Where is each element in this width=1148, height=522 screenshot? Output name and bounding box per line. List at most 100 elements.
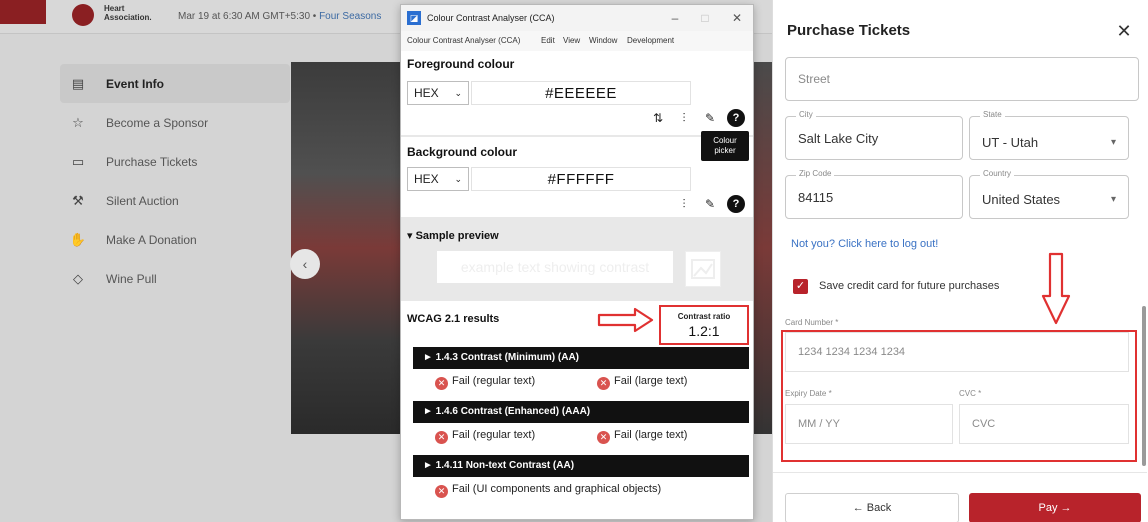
contrast-ratio-box: Contrast ratio 1.2:1 (659, 305, 749, 345)
tag-icon: ◇ (73, 270, 83, 286)
card-number-label: Card Number * (785, 318, 839, 327)
sidebar-item-purchase-tickets[interactable]: ▭ Purchase Tickets (60, 142, 290, 181)
sliders-icon[interactable]: ⫶ (675, 195, 693, 213)
foreground-colour-title: Foreground colour (407, 57, 515, 71)
minimize-button[interactable]: – (663, 9, 687, 27)
event-date: Mar 19 at 6:30 AM GMT+5:30 • Four Season… (178, 11, 381, 22)
tooltip-line1: Colour (713, 136, 737, 145)
carousel-prev-button[interactable]: ‹ (290, 249, 320, 279)
annotation-highlight-box (781, 330, 1137, 462)
scrollbar-thumb[interactable] (1142, 306, 1146, 466)
fail-icon: ✕ (597, 431, 610, 444)
close-window-button[interactable]: ✕ (725, 9, 749, 27)
pay-button[interactable]: Pay → (969, 493, 1141, 522)
sample-preview-toggle[interactable]: ▾ Sample preview (407, 229, 499, 242)
fail-icon: ✕ (435, 377, 448, 390)
sample-preview-graphic-icon (685, 251, 721, 287)
criterion-1-4-6-header[interactable]: ► 1.4.6 Contrast (Enhanced) (AAA) (413, 401, 749, 423)
menu-development[interactable]: Development (627, 36, 674, 45)
event-venue-link[interactable]: Four Seasons (319, 11, 381, 22)
fail-icon: ✕ (435, 485, 448, 498)
wcag-results-title: WCAG 2.1 results (407, 313, 500, 325)
chevron-down-icon: ▾ (1110, 194, 1116, 205)
menu-app[interactable]: Colour Contrast Analyser (CCA) (407, 36, 520, 45)
foreground-format-select[interactable]: HEX ⌄ (407, 81, 469, 105)
contrast-ratio-label: Contrast ratio (677, 312, 731, 321)
sidebar-item-label: Become a Sponsor (106, 115, 209, 130)
sidebar-item-event-info[interactable]: ▤ Event Info (60, 64, 290, 103)
drawer-scrollbar[interactable] (1141, 56, 1147, 472)
tooltip-line2: picker (714, 146, 736, 155)
back-button[interactable]: ← Back (785, 493, 959, 522)
eyedropper-icon[interactable]: ✎ (701, 109, 719, 127)
fail-result: ✕ Fail (regular text) (435, 375, 535, 390)
help-icon[interactable]: ? (727, 195, 745, 213)
background-hex-input[interactable]: #FFFFFF (471, 167, 691, 191)
background-format-select[interactable]: HEX ⌄ (407, 167, 469, 191)
gavel-icon: ⚒ (72, 192, 84, 208)
sidebar-item-wine-pull[interactable]: ◇ Wine Pull (60, 259, 290, 298)
sidebar-item-label: Purchase Tickets (106, 154, 198, 169)
cca-menubar: Colour Contrast Analyser (CCA) Edit View… (401, 31, 753, 51)
state-value: UT - Utah (982, 135, 1039, 150)
fail-result: ✕ Fail (large text) (597, 375, 687, 390)
street-field[interactable]: Street (785, 57, 1139, 101)
annotation-arrow-right-icon (597, 307, 654, 333)
foreground-hex-input[interactable]: #EEEEEE (471, 81, 691, 105)
fail-result-text: Fail (large text) (614, 375, 688, 387)
contrast-ratio-value: 1.2:1 (688, 323, 720, 339)
close-icon[interactable]: ✕ (1111, 18, 1137, 44)
swap-colours-icon[interactable]: ⇅ (649, 109, 667, 127)
zip-code-field[interactable]: Zip Code 84115 (785, 169, 963, 219)
maximize-button[interactable]: □ (693, 9, 717, 27)
purchase-tickets-drawer: Purchase Tickets ✕ Street City Salt Lake… (772, 0, 1148, 522)
street-placeholder: Street (798, 72, 831, 86)
colour-picker-tooltip: Colour picker (701, 131, 749, 161)
country-select[interactable]: Country United States ▾ (969, 169, 1129, 219)
sidebar-item-become-sponsor[interactable]: ☆ Become a Sponsor (60, 103, 290, 142)
sidebar-item-label: Make A Donation (106, 232, 197, 247)
menu-window[interactable]: Window (589, 36, 617, 45)
heart-logo-icon (72, 4, 94, 26)
fail-result-text: Fail (large text) (614, 429, 688, 441)
annotation-arrow-down-icon (1041, 252, 1071, 325)
city-label: City (796, 110, 816, 119)
menu-view[interactable]: View (563, 36, 580, 45)
background-format-value: HEX (414, 172, 439, 186)
event-sidebar-nav: ▤ Event Info ☆ Become a Sponsor ▭ Purcha… (60, 64, 290, 298)
help-icon[interactable]: ? (727, 109, 745, 127)
cca-window: ◪ Colour Contrast Analyser (CCA) – □ ✕ C… (400, 4, 754, 520)
menu-edit[interactable]: Edit (541, 36, 555, 45)
fail-result-text: Fail (regular text) (452, 375, 536, 387)
ticket-icon: ▭ (71, 153, 85, 169)
sliders-icon[interactable]: ⫶ (675, 109, 693, 127)
zip-code-label: Zip Code (796, 169, 835, 178)
sidebar-item-silent-auction[interactable]: ⚒ Silent Auction (60, 181, 290, 220)
chevron-down-icon: ⌄ (454, 88, 462, 98)
criterion-1-4-11-header[interactable]: ► 1.4.11 Non-text Contrast (AA) (413, 455, 749, 477)
city-field[interactable]: City Salt Lake City (785, 110, 963, 160)
zip-code-value: 84115 (798, 190, 834, 205)
chevron-down-icon: ⌄ (454, 174, 462, 184)
star-icon: ☆ (72, 114, 84, 130)
save-card-label: Save credit card for future purchases (819, 280, 1000, 292)
logout-link[interactable]: Not you? Click here to log out! (791, 238, 938, 250)
drawer-footer: ← Back Pay → (773, 472, 1147, 522)
hand-heart-icon: ✋ (69, 231, 87, 247)
sidebar-item-label: Wine Pull (106, 271, 157, 286)
country-value: United States (982, 192, 1061, 207)
sidebar-item-label: Event Info (106, 76, 165, 91)
city-value: Salt Lake City (798, 131, 879, 146)
fail-result-text: Fail (regular text) (452, 429, 536, 441)
state-select[interactable]: State UT - Utah ▾ (969, 110, 1129, 160)
fail-result: ✕ Fail (regular text) (435, 429, 535, 444)
event-date-text: Mar 19 at 6:30 AM GMT+5:30 • (178, 11, 317, 22)
cca-content: Foreground colour HEX ⌄ #EEEEEE ⇅ ⫶ ✎ ? … (401, 51, 753, 519)
chevron-down-icon: ▾ (1110, 137, 1116, 148)
eyedropper-icon[interactable]: ✎ (701, 195, 719, 213)
cca-titlebar: ◪ Colour Contrast Analyser (CCA) – □ ✕ (401, 5, 753, 31)
country-label: Country (980, 169, 1015, 178)
criterion-1-4-3-header[interactable]: ► 1.4.3 Contrast (Minimum) (AA) (413, 347, 749, 369)
save-card-checkbox[interactable]: ✓ (793, 279, 808, 294)
sidebar-item-make-donation[interactable]: ✋ Make A Donation (60, 220, 290, 259)
